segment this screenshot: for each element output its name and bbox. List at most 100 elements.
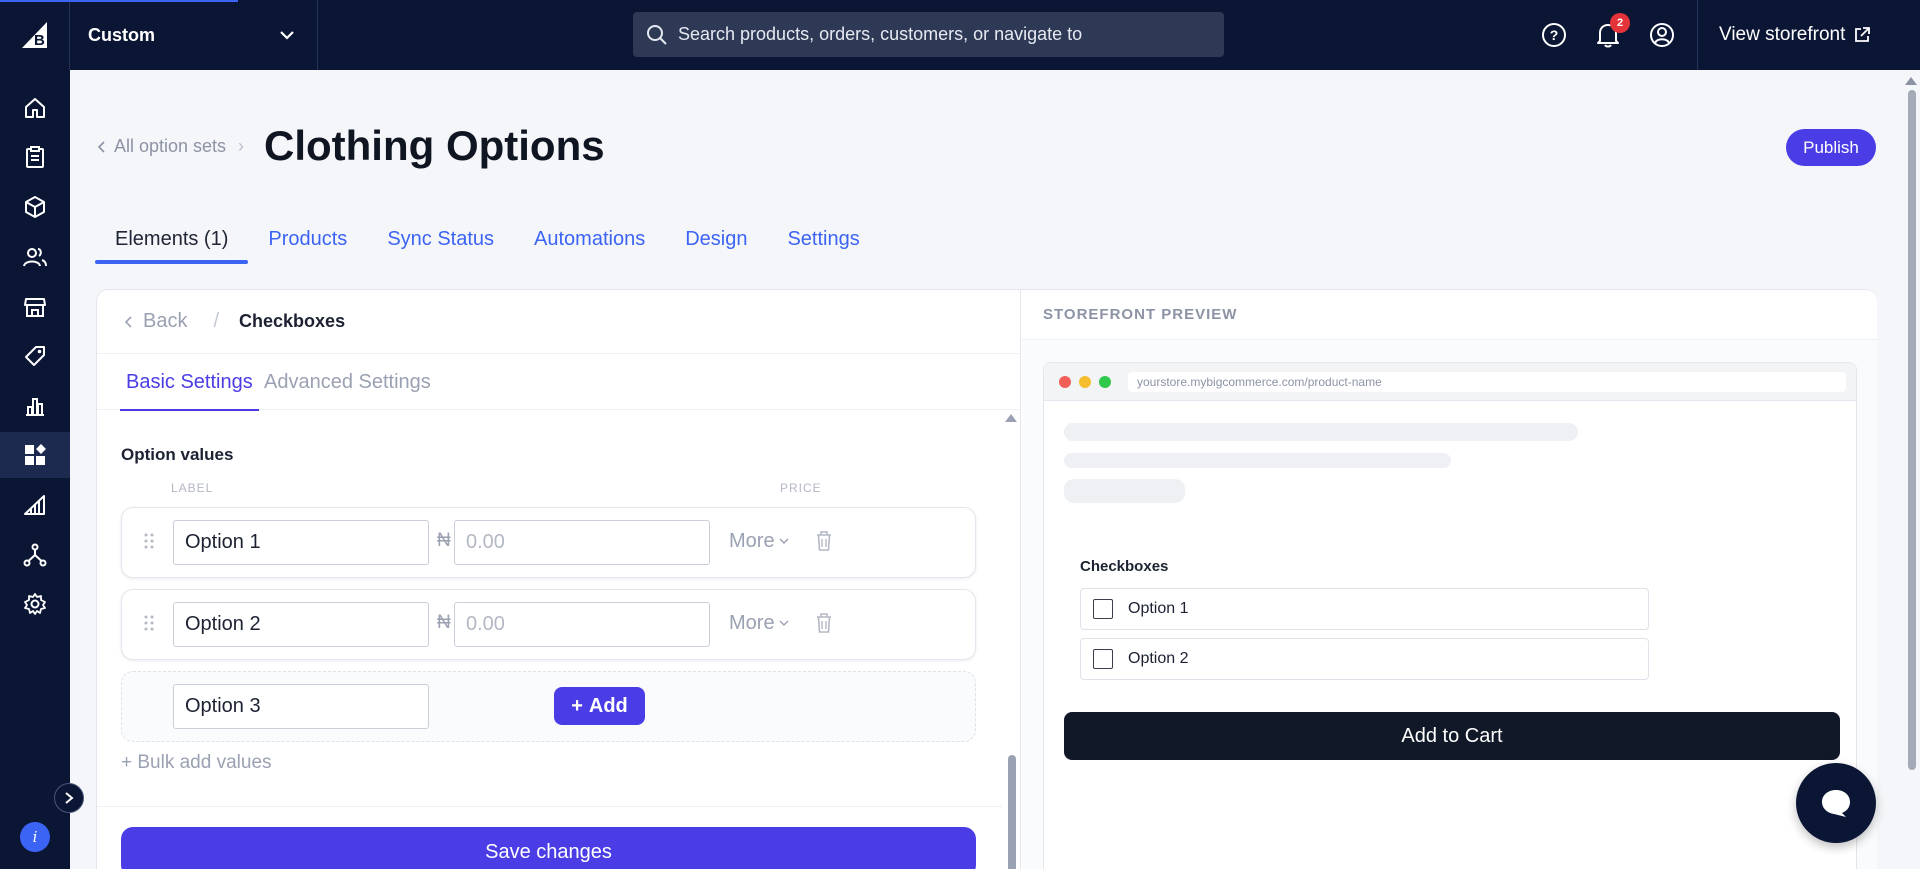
plus-icon: + — [571, 694, 583, 717]
close-dot-icon — [1059, 376, 1071, 388]
add-option-button[interactable]: + Add — [554, 687, 645, 725]
option-price-input[interactable]: 0.00 — [454, 520, 710, 565]
more-label: More — [729, 530, 775, 552]
label-column-header: LABEL — [171, 481, 214, 495]
new-option-input[interactable]: Option 3 — [173, 684, 429, 729]
tab-advanced-settings[interactable]: Advanced Settings — [264, 354, 431, 410]
option-editor-panel: Back / Checkboxes Basic Settings Advance… — [96, 289, 1877, 869]
new-option-row: Option 3 + Add — [121, 671, 976, 742]
chevron-left-icon — [125, 315, 132, 328]
back-button[interactable]: Back — [125, 310, 187, 333]
checkbox[interactable] — [1093, 649, 1113, 669]
more-dropdown[interactable]: More — [729, 612, 789, 635]
checkbox-label: Option 1 — [1128, 600, 1189, 617]
tab-sync-status[interactable]: Sync Status — [367, 220, 514, 264]
loading-indicator — [0, 0, 238, 2]
minimize-dot-icon — [1079, 376, 1091, 388]
bigcommerce-logo[interactable]: B — [0, 0, 70, 70]
help-icon[interactable]: ? — [1540, 21, 1568, 49]
home-icon[interactable] — [0, 85, 70, 131]
option-price-input[interactable]: 0.00 — [454, 602, 710, 647]
tab-products[interactable]: Products — [248, 220, 367, 264]
scroll-up-arrow-icon[interactable] — [1005, 414, 1017, 422]
analytics-icon[interactable] — [0, 383, 70, 429]
element-settings-pane: Back / Checkboxes Basic Settings Advance… — [97, 290, 1021, 869]
add-label: Add — [588, 694, 628, 717]
trash-icon[interactable] — [815, 530, 833, 552]
currency-symbol: ₦ — [437, 530, 451, 551]
chat-bubble-icon — [1822, 790, 1850, 817]
preview-checkbox-option[interactable]: Option 2 — [1080, 638, 1649, 680]
settings-icon[interactable] — [0, 581, 70, 627]
current-element: Checkboxes — [239, 311, 346, 331]
scroll-up-arrow-icon[interactable] — [1905, 77, 1917, 85]
drag-handle-icon[interactable] — [144, 532, 154, 550]
orders-icon[interactable] — [0, 134, 70, 180]
integrations-icon[interactable] — [0, 532, 70, 578]
settings-scrollbar[interactable] — [1002, 410, 1020, 869]
svg-text:?: ? — [1550, 27, 1559, 43]
account-icon[interactable] — [1648, 21, 1676, 49]
store-name: Custom — [88, 24, 155, 45]
save-changes-button[interactable]: Save changes — [121, 827, 976, 869]
bulk-add-values-link[interactable]: + Bulk add values — [121, 752, 272, 774]
chevron-down-icon — [779, 538, 789, 544]
apps-icon[interactable] — [0, 432, 70, 478]
trash-icon[interactable] — [815, 612, 833, 634]
maximize-dot-icon — [1099, 376, 1111, 388]
currency-symbol: ₦ — [437, 612, 451, 633]
tab-elements[interactable]: Elements (1) — [95, 220, 249, 264]
option-values-heading: Option values — [121, 445, 234, 464]
option-label-input[interactable]: Option 2 — [173, 602, 429, 647]
preview-checkbox-option[interactable]: Option 1 — [1080, 588, 1649, 630]
skeleton-line — [1064, 423, 1578, 441]
tab-settings[interactable]: Settings — [767, 220, 879, 264]
settings-subtabs: Basic Settings Advanced Settings — [97, 354, 1021, 411]
breadcrumb-all-option-sets[interactable]: All option sets — [114, 136, 226, 157]
crumb-separator: / — [213, 310, 220, 332]
page-scrollbar[interactable] — [1902, 70, 1920, 869]
price-column-header: PRICE — [780, 481, 822, 495]
chevron-down-icon — [779, 620, 789, 626]
checkbox-label: Option 2 — [1128, 650, 1189, 667]
divider — [97, 806, 1002, 807]
breadcrumb-separator: › — [238, 136, 244, 156]
tab-design[interactable]: Design — [665, 220, 767, 264]
notifications-button[interactable]: 2 — [1594, 13, 1630, 49]
chevron-left-icon — [98, 140, 105, 153]
chat-button[interactable] — [1796, 763, 1876, 843]
editor-breadcrumb: Back / Checkboxes — [97, 290, 1021, 354]
view-storefront-label: View storefront — [1719, 24, 1846, 45]
customers-icon[interactable] — [0, 234, 70, 280]
skeleton-line — [1064, 453, 1451, 468]
add-to-cart-button[interactable]: Add to Cart — [1064, 712, 1840, 760]
tab-basic-settings[interactable]: Basic Settings — [120, 354, 259, 411]
info-icon[interactable]: i — [20, 822, 50, 852]
store-switcher[interactable]: Custom — [70, 0, 318, 70]
back-label: Back — [143, 310, 188, 332]
skeleton-line — [1064, 479, 1185, 503]
scroll-thumb[interactable] — [1908, 90, 1916, 770]
option-value-row: Option 2 ₦ 0.00 More — [121, 589, 976, 660]
channels-icon[interactable] — [0, 482, 70, 528]
svg-text:B: B — [34, 32, 45, 48]
search-input[interactable]: Search products, orders, customers, or n… — [633, 12, 1224, 57]
more-dropdown[interactable]: More — [729, 530, 789, 553]
option-label-input[interactable]: Option 1 — [173, 520, 429, 565]
chevron-right-icon — [65, 792, 74, 804]
sidebar-expand-button[interactable] — [54, 783, 84, 813]
drag-handle-icon[interactable] — [144, 614, 154, 632]
publish-button[interactable]: Publish — [1786, 129, 1876, 166]
notification-badge: 2 — [1610, 13, 1630, 33]
checkbox[interactable] — [1093, 599, 1113, 619]
view-storefront-link[interactable]: View storefront — [1697, 0, 1920, 70]
breadcrumb[interactable]: All option sets — [98, 136, 226, 157]
scroll-thumb[interactable] — [1008, 755, 1016, 869]
search-icon — [647, 24, 667, 45]
products-icon[interactable] — [0, 184, 70, 230]
storefront-icon[interactable] — [0, 284, 70, 330]
chevron-down-icon — [280, 31, 294, 40]
tab-automations[interactable]: Automations — [514, 220, 665, 264]
preview-heading: STOREFRONT PREVIEW — [1022, 290, 1877, 340]
marketing-icon[interactable] — [0, 333, 70, 379]
